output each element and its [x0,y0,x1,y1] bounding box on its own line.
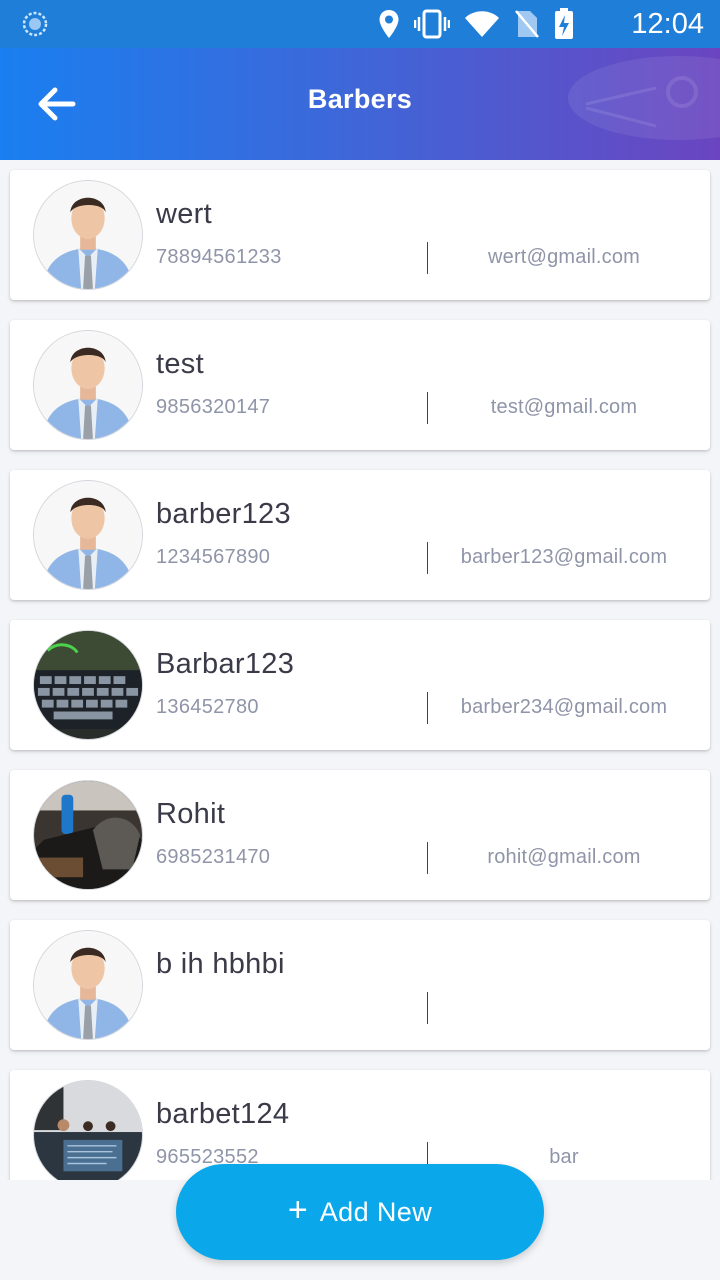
barber-name: Rohit [156,798,226,830]
person-avatar-icon [34,181,142,289]
barber-list[interactable]: wert 78894561233 wert@gmail.com test 985… [0,160,720,1180]
divider [427,692,428,724]
desk-photo-icon [34,781,142,889]
barber-card[interactable]: Rohit 6985231470 rohit@gmail.com [10,770,710,900]
barber-name: test [156,348,204,380]
person-avatar-icon [34,331,142,439]
barber-card[interactable]: wert 78894561233 wert@gmail.com [10,170,710,300]
avatar [33,330,143,440]
barber-card[interactable]: test 9856320147 test@gmail.com [10,320,710,450]
location-icon [379,10,399,38]
plus-icon: + [287,1191,308,1229]
avatar [33,630,143,740]
avatar [33,480,143,590]
clock: 12:04 [631,8,704,40]
sync-icon [22,11,48,37]
barber-name: wert [156,198,212,230]
avatar [33,930,143,1040]
divider [427,842,428,874]
no-sim-icon [515,10,539,38]
avatar [33,180,143,290]
page-title: Barbers [307,84,413,114]
add-new-button[interactable]: + Add New [176,1164,544,1260]
barber-email: barber123@gmail.com [460,546,668,568]
barber-phone: 9856320147 [156,396,271,418]
barber-card[interactable]: barber123 1234567890 barber123@gmail.com [10,470,710,600]
barber-phone: 1234567890 [156,546,271,568]
app-header: Barbers [0,48,720,160]
divider [427,242,428,274]
keyboard-photo-icon [34,631,142,739]
barber-email: barber234@gmail.com [460,696,668,718]
divider [427,542,428,574]
add-new-label: Add New [319,1196,433,1227]
avatar [33,1080,143,1180]
battery-charging-icon [555,8,573,39]
wifi-icon [465,11,499,37]
barber-name: barber123 [156,498,291,530]
barber-email: wert@gmail.com [487,246,641,268]
barber-name: barbet124 [156,1098,290,1130]
barber-card[interactable]: b ih hbhbi [10,920,710,1050]
barber-name: Barbar123 [156,648,295,680]
barber-phone: 78894561233 [156,246,282,268]
divider [427,392,428,424]
barber-phone: 6985231470 [156,846,271,868]
person-avatar-icon [34,481,142,589]
status-bar: 12:04 [0,0,720,48]
barber-email: rohit@gmail.com [487,846,641,868]
person-avatar-icon [34,931,142,1039]
avatar [33,780,143,890]
barber-email: test@gmail.com [490,396,638,418]
barber-phone: 136452780 [156,696,259,718]
vibrate-icon [414,9,450,39]
barber-card[interactable]: Barbar123 136452780 barber234@gmail.com [10,620,710,750]
office-photo-icon [34,1081,142,1180]
divider [427,992,428,1024]
barber-name: b ih hbhbi [156,948,285,980]
